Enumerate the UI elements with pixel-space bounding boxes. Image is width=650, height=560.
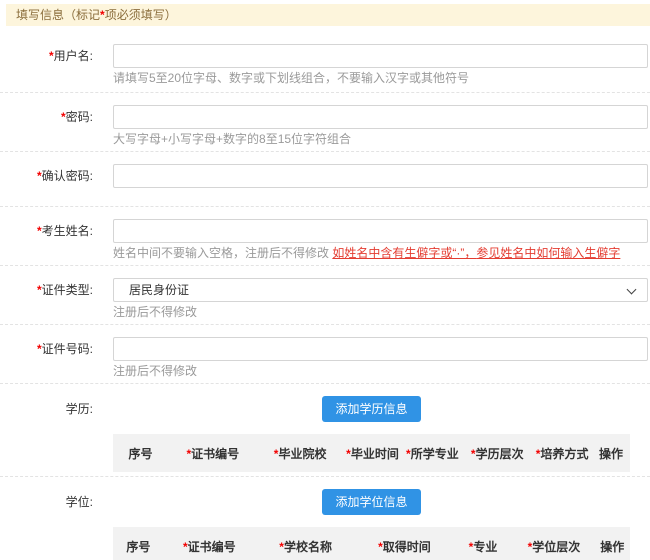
password-label: *密码:	[0, 105, 93, 147]
degree-col-major: *专业	[453, 538, 514, 555]
id-type-select[interactable]: 居民身份证	[113, 278, 648, 302]
degree-label: 学位:	[0, 489, 93, 560]
confirm-password-content	[113, 164, 648, 188]
education-content: 添加学历信息 序号 *证书编号 *毕业院校 *毕业时间 *所学专业 *学历层次 …	[113, 396, 648, 472]
row-confirm-password: *确认密码:	[0, 152, 650, 207]
degree-button-wrap: 添加学位信息	[113, 489, 630, 515]
id-number-label: *证件号码:	[0, 337, 93, 379]
row-candidate-name: *考生姓名: 姓名中间不要输入空格，注册后不得修改 如姓名中含有生僻字或“·”，…	[0, 207, 650, 266]
education-col-major: *所学专业	[402, 445, 462, 462]
degree-content: 添加学位信息 序号 *证书编号 *学校名称 *取得时间 *专业 *学位层次 操作	[113, 489, 648, 560]
education-col-index: 序号	[113, 445, 168, 462]
row-username: *用户名: 请填写5至20位字母、数字或下划线组合，不要输入汉字或其他符号	[0, 26, 650, 93]
form-header-bar: 填写信息（标记*项必须填写）	[6, 4, 650, 26]
username-label: *用户名:	[0, 44, 93, 86]
password-input[interactable]	[113, 105, 648, 129]
password-content: 大写字母+小写字母+数字的8至15位字符组合	[113, 105, 648, 147]
candidate-name-input[interactable]	[113, 219, 648, 243]
id-number-hint: 注册后不得修改	[113, 364, 648, 379]
education-button-wrap: 添加学历信息	[113, 396, 630, 422]
row-education: 学历: 添加学历信息 序号 *证书编号 *毕业院校 *毕业时间 *所学专业 *学…	[0, 384, 650, 477]
username-input[interactable]	[113, 44, 648, 68]
row-id-number: *证件号码: 注册后不得修改	[0, 325, 650, 384]
form-header-text: 填写信息（标记	[16, 8, 100, 22]
degree-col-index: 序号	[113, 538, 164, 555]
id-number-input[interactable]	[113, 337, 648, 361]
degree-col-level: *学位层次	[513, 538, 594, 555]
add-education-button[interactable]: 添加学历信息	[322, 396, 420, 422]
degree-col-actions: 操作	[595, 538, 630, 555]
password-hint: 大写字母+小写字母+数字的8至15位字符组合	[113, 132, 648, 147]
education-label: 学历:	[0, 396, 93, 472]
username-content: 请填写5至20位字母、数字或下划线组合，不要输入汉字或其他符号	[113, 44, 648, 86]
add-degree-button[interactable]: 添加学位信息	[322, 489, 420, 515]
degree-col-cert-no: *证书编号	[164, 538, 255, 555]
chevron-down-icon	[627, 285, 637, 295]
education-col-actions: 操作	[592, 445, 630, 462]
rare-character-link[interactable]: 如姓名中含有生僻字或“·”，	[332, 246, 476, 260]
candidate-name-label: *考生姓名:	[0, 219, 93, 261]
candidate-name-content: 姓名中间不要输入空格，注册后不得修改 如姓名中含有生僻字或“·”，参见姓名中如何…	[113, 219, 648, 261]
id-type-label: *证件类型:	[0, 278, 93, 320]
form-header-text-suffix: 项必须填写）	[105, 8, 177, 22]
registration-form: *用户名: 请填写5至20位字母、数字或下划线组合，不要输入汉字或其他符号 *密…	[0, 26, 650, 560]
degree-table-header: 序号 *证书编号 *学校名称 *取得时间 *专业 *学位层次 操作	[113, 527, 630, 560]
id-type-hint: 注册后不得修改	[113, 305, 648, 320]
education-col-school: *毕业院校	[258, 445, 343, 462]
education-table-header: 序号 *证书编号 *毕业院校 *毕业时间 *所学专业 *学历层次 *培养方式 操…	[113, 434, 630, 472]
rare-character-help-link[interactable]: 参见姓名中如何输入生僻字	[476, 246, 620, 260]
confirm-password-label: *确认密码:	[0, 164, 93, 188]
id-type-content: 居民身份证 注册后不得修改	[113, 278, 648, 320]
education-col-mode: *培养方式	[532, 445, 592, 462]
confirm-password-input[interactable]	[113, 164, 648, 188]
education-col-grad-time: *毕业时间	[343, 445, 403, 462]
id-type-selected-value: 居民身份证	[129, 283, 189, 297]
row-degree: 学位: 添加学位信息 序号 *证书编号 *学校名称 *取得时间 *专业 *学位层…	[0, 477, 650, 560]
id-number-content: 注册后不得修改	[113, 337, 648, 379]
username-hint: 请填写5至20位字母、数字或下划线组合，不要输入汉字或其他符号	[113, 71, 648, 86]
degree-col-school: *学校名称	[255, 538, 356, 555]
degree-col-obtain-time: *取得时间	[356, 538, 452, 555]
education-col-level: *学历层次	[462, 445, 532, 462]
row-id-type: *证件类型: 居民身份证 注册后不得修改	[0, 266, 650, 325]
row-password: *密码: 大写字母+小写字母+数字的8至15位字符组合	[0, 93, 650, 152]
candidate-name-hint: 姓名中间不要输入空格，注册后不得修改 如姓名中含有生僻字或“·”，参见姓名中如何…	[113, 246, 648, 261]
education-col-cert-no: *证书编号	[168, 445, 258, 462]
